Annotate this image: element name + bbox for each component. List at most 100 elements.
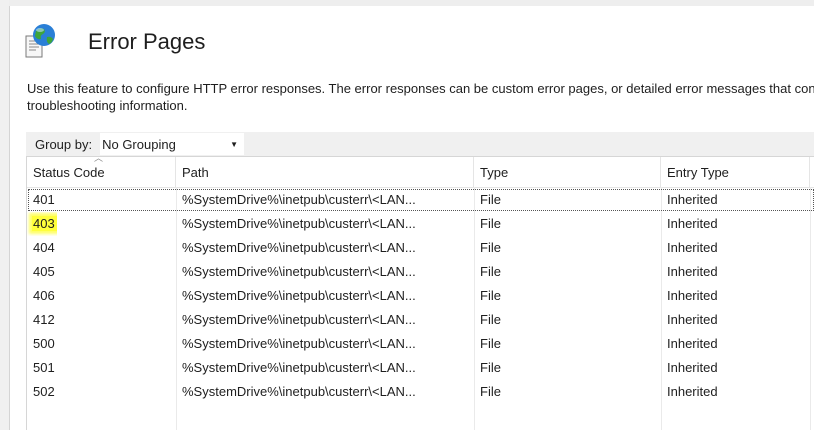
window-top-edge (9, 0, 814, 6)
path-cell-text: %SystemDrive%\inetpub\custerr\<LAN... (182, 264, 416, 279)
entry-type-cell-text: Inherited (667, 312, 718, 327)
path-cell: %SystemDrive%\inetpub\custerr\<LAN... (176, 380, 416, 404)
page-description: Use this feature to configure HTTP error… (27, 80, 814, 114)
status-code-cell: 403 (27, 212, 57, 236)
path-cell: %SystemDrive%\inetpub\custerr\<LAN... (176, 356, 416, 380)
path-cell: %SystemDrive%\inetpub\custerr\<LAN... (176, 212, 416, 236)
description-line-1: Use this feature to configure HTTP error… (27, 81, 814, 96)
type-cell: File (474, 236, 501, 260)
status-code-cell: 406 (27, 284, 55, 308)
path-cell-text: %SystemDrive%\inetpub\custerr\<LAN... (182, 288, 416, 303)
type-cell-text: File (480, 216, 501, 231)
entry-type-cell-text: Inherited (667, 336, 718, 351)
entry-type-cell-text: Inherited (667, 360, 718, 375)
path-cell-text: %SystemDrive%\inetpub\custerr\<LAN... (182, 192, 416, 207)
status-code-cell-text: 401 (33, 192, 55, 207)
group-by-label: Group by: (35, 136, 93, 152)
path-cell-text: %SystemDrive%\inetpub\custerr\<LAN... (182, 240, 416, 255)
type-cell: File (474, 308, 501, 332)
error-pages-icon (22, 22, 62, 62)
sort-caret-icon: ︿ (94, 153, 104, 163)
type-cell-text: File (480, 312, 501, 327)
column-header-entry-type[interactable]: Entry Type (661, 157, 810, 187)
path-cell: %SystemDrive%\inetpub\custerr\<LAN... (176, 260, 416, 284)
path-cell-text: %SystemDrive%\inetpub\custerr\<LAN... (182, 216, 416, 231)
column-header-status-code[interactable]: ︿ Status Code (27, 153, 176, 187)
description-line-2: troubleshooting information. (27, 98, 188, 113)
page-header: Error Pages (22, 22, 205, 62)
path-cell-text: %SystemDrive%\inetpub\custerr\<LAN... (182, 312, 416, 327)
type-cell-text: File (480, 192, 501, 207)
path-cell-text: %SystemDrive%\inetpub\custerr\<LAN... (182, 336, 416, 351)
group-by-toolbar: Group by: No Grouping ▼ (26, 132, 814, 157)
table-header: ︿ Status Code Path Type Entry Type (27, 153, 814, 188)
entry-type-cell-text: Inherited (667, 192, 718, 207)
status-code-cell-text: 404 (33, 240, 55, 255)
entry-type-cell: Inherited (661, 188, 718, 212)
chevron-down-icon: ▼ (230, 139, 239, 149)
type-cell: File (474, 260, 501, 284)
status-code-cell: 405 (27, 260, 55, 284)
entry-type-cell: Inherited (661, 332, 718, 356)
type-cell-text: File (480, 288, 501, 303)
type-cell-text: File (480, 336, 501, 351)
entry-type-cell-text: Inherited (667, 288, 718, 303)
type-cell: File (474, 332, 501, 356)
type-cell: File (474, 356, 501, 380)
path-cell: %SystemDrive%\inetpub\custerr\<LAN... (176, 188, 416, 212)
path-cell-text: %SystemDrive%\inetpub\custerr\<LAN... (182, 360, 416, 375)
entry-type-cell: Inherited (661, 308, 718, 332)
type-cell-text: File (480, 264, 501, 279)
table-row[interactable]: 404 %SystemDrive%\inetpub\custerr\<LAN...… (27, 236, 814, 260)
type-cell-text: File (480, 360, 501, 375)
status-code-cell: 501 (27, 356, 55, 380)
status-code-cell: 412 (27, 308, 55, 332)
status-code-cell: 404 (27, 236, 55, 260)
group-by-dropdown[interactable]: No Grouping ▼ (100, 133, 245, 155)
type-cell: File (474, 284, 501, 308)
path-cell: %SystemDrive%\inetpub\custerr\<LAN... (176, 308, 416, 332)
column-header-path[interactable]: Path (176, 157, 474, 187)
entry-type-cell: Inherited (661, 236, 718, 260)
table-row[interactable]: 412 %SystemDrive%\inetpub\custerr\<LAN...… (27, 308, 814, 332)
table-row[interactable]: 405 %SystemDrive%\inetpub\custerr\<LAN...… (27, 260, 814, 284)
status-code-cell-text: 501 (33, 360, 55, 375)
entry-type-cell: Inherited (661, 212, 718, 236)
entry-type-cell-text: Inherited (667, 216, 718, 231)
path-cell: %SystemDrive%\inetpub\custerr\<LAN... (176, 236, 416, 260)
status-code-cell: 401 (27, 188, 55, 212)
entry-type-cell-text: Inherited (667, 240, 718, 255)
status-code-cell: 500 (27, 332, 55, 356)
column-header-type[interactable]: Type (474, 157, 661, 187)
type-cell-text: File (480, 240, 501, 255)
entry-type-cell-text: Inherited (667, 264, 718, 279)
highlighted-status-code: 403 (32, 216, 57, 231)
table-row[interactable]: 502 %SystemDrive%\inetpub\custerr\<LAN...… (27, 380, 814, 404)
table-row[interactable]: 403 %SystemDrive%\inetpub\custerr\<LAN...… (27, 212, 814, 236)
path-cell: %SystemDrive%\inetpub\custerr\<LAN... (176, 332, 416, 356)
table-row[interactable]: 406 %SystemDrive%\inetpub\custerr\<LAN...… (27, 284, 814, 308)
status-code-cell: 502 (27, 380, 55, 404)
path-cell: %SystemDrive%\inetpub\custerr\<LAN... (176, 284, 416, 308)
error-pages-table: ︿ Status Code Path Type Entry Type 401 %S… (26, 153, 814, 430)
status-code-cell-text: 406 (33, 288, 55, 303)
status-code-cell-text: 500 (33, 336, 55, 351)
entry-type-cell: Inherited (661, 380, 718, 404)
type-cell: File (474, 188, 501, 212)
type-cell: File (474, 380, 501, 404)
table-row[interactable]: 500 %SystemDrive%\inetpub\custerr\<LAN...… (27, 332, 814, 356)
page-title: Error Pages (88, 29, 206, 54)
entry-type-cell: Inherited (661, 356, 718, 380)
type-cell: File (474, 212, 501, 236)
group-by-value: No Grouping (102, 136, 176, 152)
status-code-cell-text: 405 (33, 264, 55, 279)
path-cell-text: %SystemDrive%\inetpub\custerr\<LAN... (182, 384, 416, 399)
table-row[interactable]: 401 %SystemDrive%\inetpub\custerr\<LAN...… (27, 188, 814, 212)
status-code-cell-text: 412 (33, 312, 55, 327)
entry-type-cell-text: Inherited (667, 384, 718, 399)
entry-type-cell: Inherited (661, 260, 718, 284)
table-row[interactable]: 501 %SystemDrive%\inetpub\custerr\<LAN...… (27, 356, 814, 380)
status-code-cell-text: 502 (33, 384, 55, 399)
type-cell-text: File (480, 384, 501, 399)
entry-type-cell: Inherited (661, 284, 718, 308)
